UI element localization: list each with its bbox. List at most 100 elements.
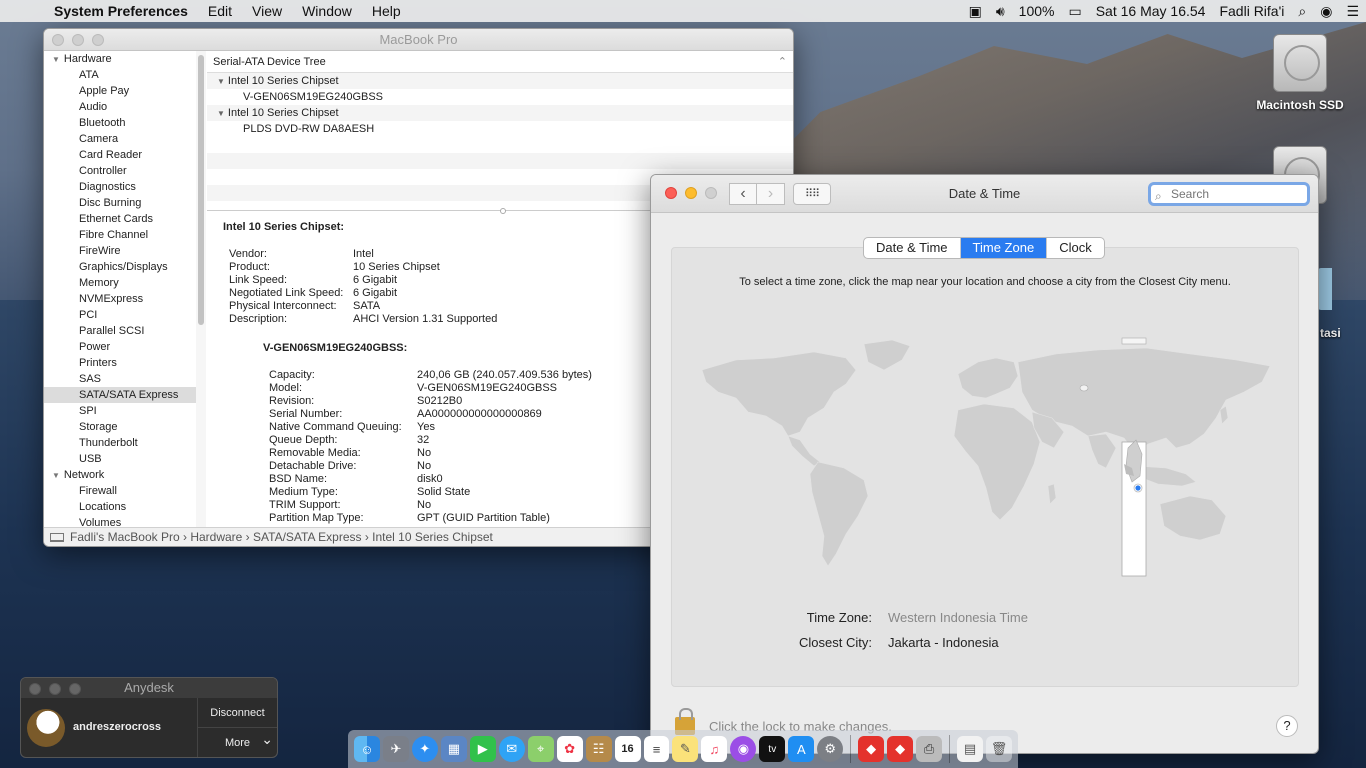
close-button[interactable] [665, 187, 677, 199]
back-chevron-icon[interactable]: ‹ [729, 183, 757, 205]
menu-clock[interactable]: Sat 16 May 16.54 [1089, 3, 1213, 19]
desktop-folder-icon[interactable] [1318, 268, 1332, 310]
more-button[interactable]: More [198, 724, 277, 757]
desktop-disk-macintosh-ssd[interactable]: Macintosh SSD [1245, 34, 1355, 112]
sidebar-item[interactable]: Memory [44, 275, 205, 291]
battery-icon[interactable]: ▭ [1061, 3, 1088, 20]
tree-row[interactable]: V-GEN06SM19EG240GBSS [207, 89, 793, 105]
printer-icon[interactable]: ⎙ [916, 736, 943, 762]
sidebar-item[interactable]: Parallel SCSI [44, 323, 205, 339]
sidebar-item[interactable]: Controller [44, 163, 205, 179]
system-preferences-icon[interactable]: ⚙ [817, 736, 844, 762]
sidebar-item[interactable]: SAS [44, 371, 205, 387]
tv-icon[interactable]: tv [759, 736, 786, 762]
sidebar-item[interactable]: SPI [44, 403, 205, 419]
zoom-button[interactable] [92, 34, 104, 46]
sidebar-item[interactable]: Fibre Channel [44, 227, 205, 243]
podcasts-icon[interactable]: ◉ [730, 736, 757, 762]
forward-chevron-icon[interactable]: › [757, 183, 785, 205]
contacts-icon[interactable]: ☷ [585, 736, 612, 762]
tab-date-time[interactable]: Date & Time [864, 238, 961, 258]
preview-icon[interactable]: ▦ [440, 736, 467, 762]
close-button[interactable] [29, 683, 41, 695]
sidebar-item[interactable]: Locations [44, 499, 205, 515]
sidebar-item[interactable]: Power [44, 339, 205, 355]
menu-help[interactable]: Help [362, 3, 411, 19]
sidebar-item[interactable]: Bluetooth [44, 115, 205, 131]
anydesk-titlebar[interactable]: Anydesk [21, 678, 277, 698]
menu-app-name[interactable]: System Preferences [54, 3, 198, 19]
spotlight-search-icon[interactable]: ⌕ [1291, 3, 1313, 20]
activity-monitor-icon[interactable]: ▣ [962, 3, 989, 20]
tree-row[interactable]: Intel 10 Series Chipset [207, 105, 793, 121]
world-map[interactable] [696, 336, 1280, 581]
sidebar-item[interactable]: Camera [44, 131, 205, 147]
sidebar-item[interactable]: Volumes [44, 515, 205, 527]
scrollbar-thumb[interactable] [198, 55, 204, 325]
music-icon[interactable]: ♫ [701, 736, 728, 762]
finder-icon[interactable]: ☺ [354, 736, 380, 762]
minimize-button[interactable] [72, 34, 84, 46]
date-time-toolbar[interactable]: Date & Time ‹ › ⠿⠿ ⌕ [651, 175, 1318, 213]
sidebar-item[interactable]: ATA [44, 67, 205, 83]
sidebar-item[interactable]: Ethernet Cards [44, 211, 205, 227]
sidebar-item[interactable]: USB [44, 451, 205, 467]
sidebar-item[interactable]: Thunderbolt [44, 435, 205, 451]
sidebar-item[interactable]: Audio [44, 99, 205, 115]
zoom-button[interactable] [69, 683, 81, 695]
sidebar-item[interactable]: Firewall [44, 483, 205, 499]
reminders-icon[interactable]: ≡ [643, 736, 670, 762]
menu-user[interactable]: Fadli Rifa'i [1212, 3, 1291, 19]
show-all-grid-icon[interactable]: ⠿⠿ [793, 183, 831, 205]
sidebar-item[interactable]: Card Reader [44, 147, 205, 163]
trash-icon[interactable]: 🗑︎ [986, 736, 1012, 762]
sidebar-item[interactable]: Diagnostics [44, 179, 205, 195]
device-tree-header[interactable]: Serial-ATA Device Tree [207, 51, 793, 73]
menu-window[interactable]: Window [292, 3, 362, 19]
tree-row[interactable]: Intel 10 Series Chipset [207, 73, 793, 89]
closest-city-select[interactable]: Jakarta - Indonesia [888, 635, 999, 650]
documents-stack-icon[interactable]: ▤ [957, 736, 984, 762]
notes-icon[interactable]: ✎ [672, 736, 699, 762]
sidebar-item[interactable]: Graphics/Displays [44, 259, 205, 275]
sidebar-item[interactable]: Printers [44, 355, 205, 371]
siri-icon[interactable]: ◉ [1313, 3, 1339, 20]
minimize-button[interactable] [49, 683, 61, 695]
calendar-icon[interactable]: 16 [614, 736, 641, 762]
anydesk-2-icon[interactable]: ◆ [887, 736, 914, 762]
facetime-icon[interactable]: ▶ [469, 736, 496, 762]
tab-clock[interactable]: Clock [1047, 238, 1104, 258]
maps-icon[interactable]: ⌖ [527, 736, 554, 762]
sidebar-scrollbar[interactable] [196, 51, 206, 527]
sidebar-item[interactable]: Storage [44, 419, 205, 435]
help-button[interactable]: ? [1276, 715, 1298, 737]
sidebar-item[interactable]: PCI [44, 307, 205, 323]
messages-icon[interactable]: ✉ [498, 736, 525, 762]
close-button[interactable] [52, 34, 64, 46]
minimize-button[interactable] [685, 187, 697, 199]
sidebar-item[interactable]: FireWire [44, 243, 205, 259]
photos-icon[interactable]: ✿ [556, 736, 583, 762]
sidebar-item[interactable]: Apple Pay [44, 83, 205, 99]
app-store-icon[interactable]: A [788, 736, 815, 762]
search-field[interactable]: ⌕ [1148, 182, 1310, 206]
split-view-handle[interactable] [500, 208, 506, 214]
sidebar-item[interactable]: NVMExpress [44, 291, 205, 307]
safari-icon[interactable]: ✦ [411, 736, 438, 762]
sysinfo-titlebar[interactable]: MacBook Pro [44, 29, 793, 51]
volume-icon[interactable]: 🔊︎ [989, 3, 1012, 20]
anydesk-icon[interactable]: ◆ [858, 736, 885, 762]
menu-view[interactable]: View [242, 3, 292, 19]
zoom-button[interactable] [705, 187, 717, 199]
launchpad-icon[interactable]: ✈ [382, 736, 409, 762]
sidebar-group-network[interactable]: Network [44, 467, 205, 483]
sidebar-item[interactable]: Disc Burning [44, 195, 205, 211]
search-input[interactable] [1171, 187, 1301, 201]
tree-row[interactable]: PLDS DVD-RW DA8AESH [207, 121, 793, 137]
menu-edit[interactable]: Edit [198, 3, 242, 19]
notification-center-icon[interactable]: ☰ [1339, 3, 1366, 20]
battery-percentage[interactable]: 100% [1012, 3, 1062, 19]
sidebar-item[interactable]: SATA/SATA Express [44, 387, 205, 403]
breadcrumb[interactable]: Fadli's MacBook Pro › Hardware › SATA/SA… [70, 530, 493, 544]
tab-time-zone[interactable]: Time Zone [960, 238, 1048, 258]
